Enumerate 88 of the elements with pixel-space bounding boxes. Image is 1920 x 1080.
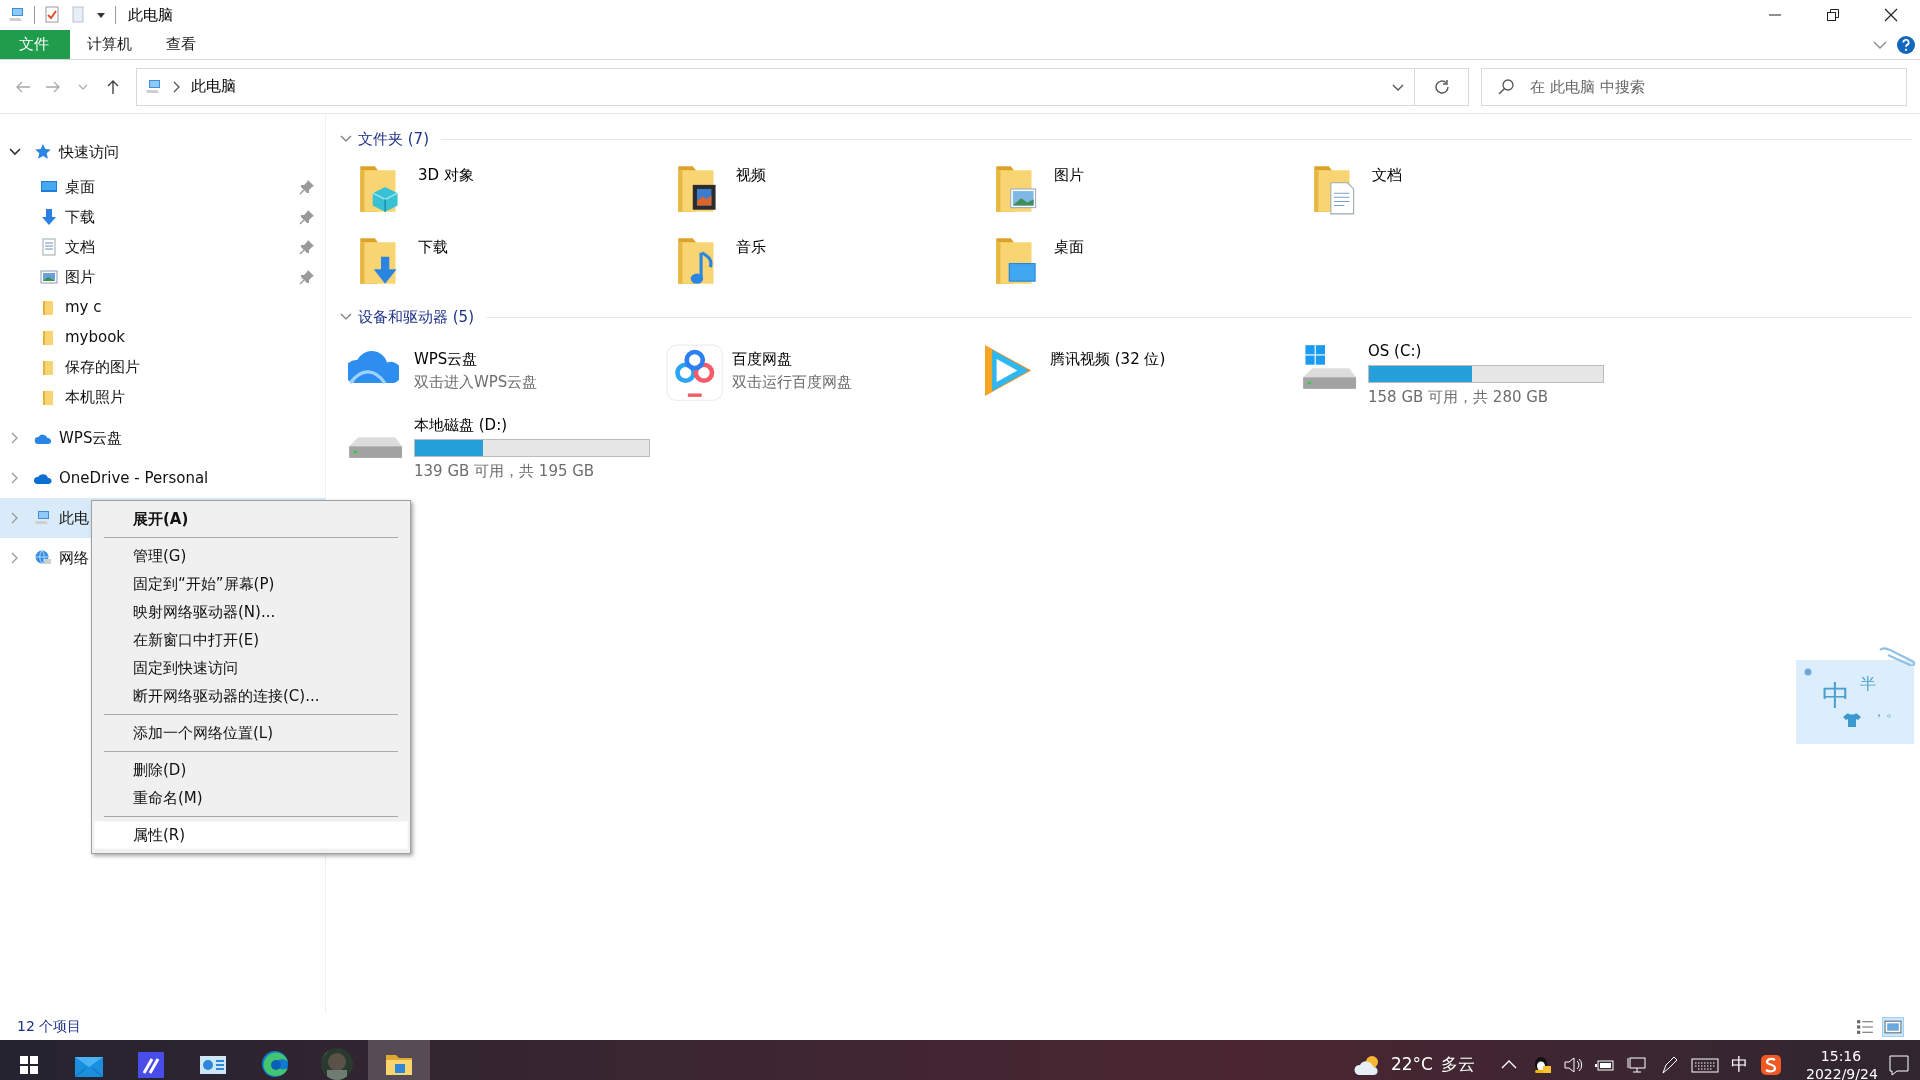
notification-icon[interactable] (1888, 1054, 1910, 1076)
shirt-icon[interactable] (1842, 712, 1862, 728)
computer-icon (8, 6, 26, 24)
folder-item[interactable]: 视频 (666, 156, 984, 228)
menu-item[interactable]: 属性(R) (94, 821, 408, 849)
address-bar[interactable]: 此电脑 (136, 67, 1415, 106)
clock-date[interactable]: 2022/9/24 (1806, 1065, 1876, 1080)
folder-item[interactable]: 3D 对象 (348, 156, 666, 228)
menu-item[interactable]: 固定到快速访问 (94, 654, 408, 682)
sidebar-item[interactable]: 保存的图片 (40, 355, 140, 379)
drive-description: 双击运行百度网盘 (732, 371, 852, 393)
section-title: 设备和驱动器 (5) (358, 306, 474, 328)
free-space-text: 158 GB 可用，共 280 GB (1368, 386, 1549, 408)
sidebar-item[interactable]: 本机照片 (40, 385, 125, 409)
play-icon (984, 344, 1033, 397)
sidebar-item[interactable]: mybook (40, 325, 126, 349)
ribbon-tab[interactable]: 计算机 (70, 30, 149, 59)
speaker-icon[interactable] (1563, 1055, 1583, 1075)
star-icon (34, 143, 52, 161)
search-icon (1497, 77, 1515, 96)
folder-item[interactable]: 图片 (984, 156, 1302, 228)
search-field[interactable]: 在 此电脑 中搜索 (1481, 67, 1907, 106)
drive-name[interactable]: 本地磁盘 (D:) (414, 414, 508, 437)
weather-text: 多云 (1441, 1053, 1475, 1077)
drive-icon (348, 436, 404, 459)
computer-icon (145, 77, 163, 96)
sidebar-item[interactable]: 图片 (40, 265, 95, 289)
menu-item[interactable]: 展开(A) (94, 505, 408, 533)
properties-icon[interactable] (43, 6, 61, 24)
restore-icon (1825, 7, 1841, 23)
help-icon[interactable] (1896, 34, 1916, 55)
refresh-button[interactable] (1415, 67, 1469, 106)
folder-item[interactable]: 音乐 (666, 228, 984, 300)
sidebar-item[interactable]: 文档 (40, 235, 95, 259)
section-title: 文件夹 (7) (358, 128, 429, 150)
pen-icon[interactable] (1659, 1055, 1679, 1075)
up-arrow-icon (105, 78, 121, 95)
folder-item[interactable]: 桌面 (984, 228, 1302, 300)
drive-name[interactable]: WPS云盘 (414, 348, 478, 371)
minimize-icon (1767, 14, 1783, 16)
app-icon (666, 344, 724, 402)
menu-item[interactable]: 删除(D) (94, 756, 408, 784)
refresh-icon (1433, 78, 1450, 95)
menu-item[interactable]: 断开网络驱动器的连接(C)... (94, 682, 408, 710)
download-icon (40, 208, 58, 226)
drive-name[interactable]: 腾讯视频 (32 位) (1050, 348, 1166, 371)
input-method-icon[interactable] (1760, 1054, 1782, 1076)
input-mode-text[interactable]: 中 (1731, 1052, 1748, 1078)
ribbon-tab[interactable]: 查看 (149, 30, 213, 59)
sidebar-item[interactable]: 桌面 (40, 175, 95, 199)
sidebar-item[interactable]: my c (40, 295, 102, 319)
clock-time[interactable]: 15:16 (1806, 1047, 1876, 1065)
sidebar-item[interactable]: WPS云盘 (34, 426, 123, 450)
network-icon (34, 549, 52, 567)
details-view-icon[interactable] (1855, 1017, 1875, 1036)
ribbon-tab[interactable]: 文件 (0, 30, 70, 59)
large-icons-view-icon[interactable] (1883, 1017, 1903, 1036)
drive-icon (1302, 344, 1358, 390)
document-icon (40, 238, 58, 256)
item-count: 12 个项目 (17, 1017, 82, 1036)
menu-item[interactable]: 管理(G) (94, 542, 408, 570)
sidebar-item[interactable]: 快速访问 (34, 140, 119, 164)
window-title: 此电脑 (128, 4, 173, 26)
sidebar-item[interactable]: OneDrive - Personal (34, 466, 209, 490)
menu-item[interactable]: 在新窗口中打开(E) (94, 626, 408, 654)
monitor-icon[interactable] (1627, 1055, 1647, 1075)
menu-item[interactable]: 固定到“开始”屏幕(P) (94, 570, 408, 598)
drive-name[interactable]: 百度网盘 (732, 348, 792, 371)
computer-icon (34, 509, 52, 527)
close-icon (1883, 7, 1899, 23)
app-icon (135, 1049, 167, 1080)
picture-icon (40, 268, 58, 286)
drive-name[interactable]: OS (C:) (1368, 340, 1422, 363)
drive-description: 双击进入WPS云盘 (414, 371, 538, 393)
paperclip-icon (1878, 646, 1918, 666)
windows-logo-icon (19, 1055, 39, 1075)
menu-item[interactable]: 映射网络驱动器(N)... (94, 598, 408, 626)
folder-item[interactable]: 下载 (348, 228, 666, 300)
menu-item[interactable]: 添加一个网络位置(L) (94, 719, 408, 747)
folder-item[interactable]: 文档 (1302, 156, 1620, 228)
sidebar-item[interactable]: 此电 (34, 506, 89, 530)
temperature-text: 22°C (1391, 1053, 1433, 1077)
path-segment[interactable]: 此电脑 (191, 75, 236, 98)
menu-item[interactable]: 重命名(M) (94, 784, 408, 812)
sidebar-item[interactable]: 下载 (40, 205, 95, 229)
keyboard-icon[interactable] (1691, 1055, 1719, 1075)
sidebar-item[interactable]: 网络 (34, 546, 89, 570)
free-space-text: 139 GB 可用，共 195 GB (414, 460, 595, 482)
